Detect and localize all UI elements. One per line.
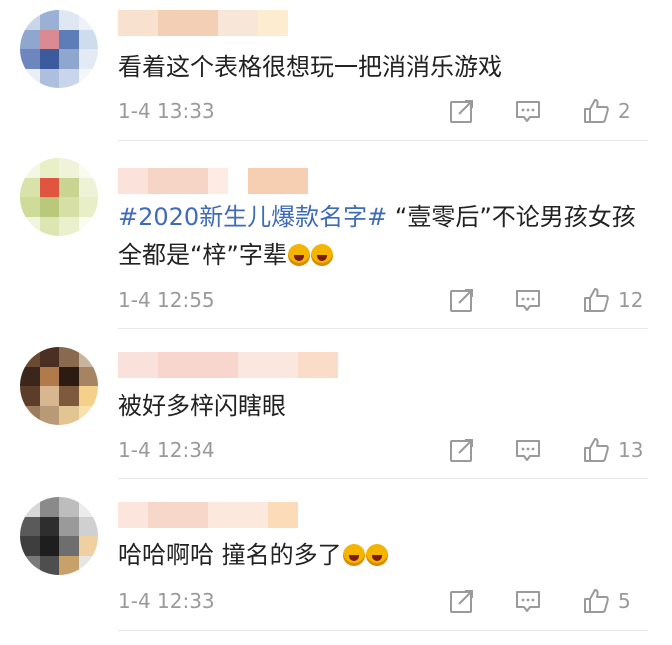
like-count: 2 bbox=[618, 99, 631, 123]
comment-time: 1-4 13:33 bbox=[118, 99, 215, 123]
comment-meta: 1-4 12:33 5 bbox=[118, 586, 648, 616]
share-icon[interactable] bbox=[448, 97, 476, 125]
comment-meta: 1-4 13:33 2 bbox=[118, 96, 648, 126]
avatar[interactable] bbox=[20, 497, 98, 575]
username-blurred[interactable] bbox=[118, 502, 298, 528]
laughing-emoji-icon bbox=[287, 244, 310, 266]
comment-time: 1-4 12:55 bbox=[118, 288, 215, 312]
like-count: 5 bbox=[618, 589, 631, 613]
comment-text: 哈哈啊哈 撞名的多了 bbox=[118, 536, 638, 574]
comment-text: 看着这个表格很想玩一把消消乐游戏 bbox=[118, 53, 502, 81]
avatar[interactable] bbox=[20, 347, 98, 425]
thumbs-up-icon[interactable] bbox=[582, 286, 610, 314]
comment-time: 1-4 12:34 bbox=[118, 438, 215, 462]
topic-tag-link[interactable]: #2020新生儿爆款名字# bbox=[118, 203, 387, 231]
comment-icon[interactable] bbox=[514, 286, 542, 314]
comment-icon[interactable] bbox=[514, 97, 542, 125]
divider bbox=[118, 630, 648, 631]
laughing-emoji-icon bbox=[342, 544, 365, 566]
avatar[interactable] bbox=[20, 10, 98, 88]
divider bbox=[118, 140, 648, 141]
comment-text: 被好多梓闪瞎眼 bbox=[118, 392, 286, 420]
comment-time: 1-4 12:33 bbox=[118, 589, 215, 613]
like-count: 12 bbox=[618, 288, 644, 312]
divider bbox=[118, 478, 648, 479]
username-blurred[interactable] bbox=[118, 168, 308, 194]
comment-icon[interactable] bbox=[514, 587, 542, 615]
comment-meta: 1-4 12:34 13 bbox=[118, 435, 648, 465]
username-blurred[interactable] bbox=[118, 10, 288, 36]
like-count: 13 bbox=[618, 438, 644, 462]
comment-text: #2020新生儿爆款名字# “壹零后”不论男孩女孩全都是“梓”字辈 bbox=[118, 203, 636, 269]
laughing-emoji-icon bbox=[365, 544, 388, 566]
avatar[interactable] bbox=[20, 158, 98, 236]
share-icon[interactable] bbox=[448, 587, 476, 615]
laughing-emoji-icon bbox=[310, 244, 333, 266]
thumbs-up-icon[interactable] bbox=[582, 436, 610, 464]
thumbs-up-icon[interactable] bbox=[582, 587, 610, 615]
share-icon[interactable] bbox=[448, 436, 476, 464]
comment-icon[interactable] bbox=[514, 436, 542, 464]
thumbs-up-icon[interactable] bbox=[582, 97, 610, 125]
username-blurred[interactable] bbox=[118, 352, 338, 378]
share-icon[interactable] bbox=[448, 286, 476, 314]
comment-meta: 1-4 12:55 12 bbox=[118, 285, 648, 315]
divider bbox=[118, 328, 648, 329]
